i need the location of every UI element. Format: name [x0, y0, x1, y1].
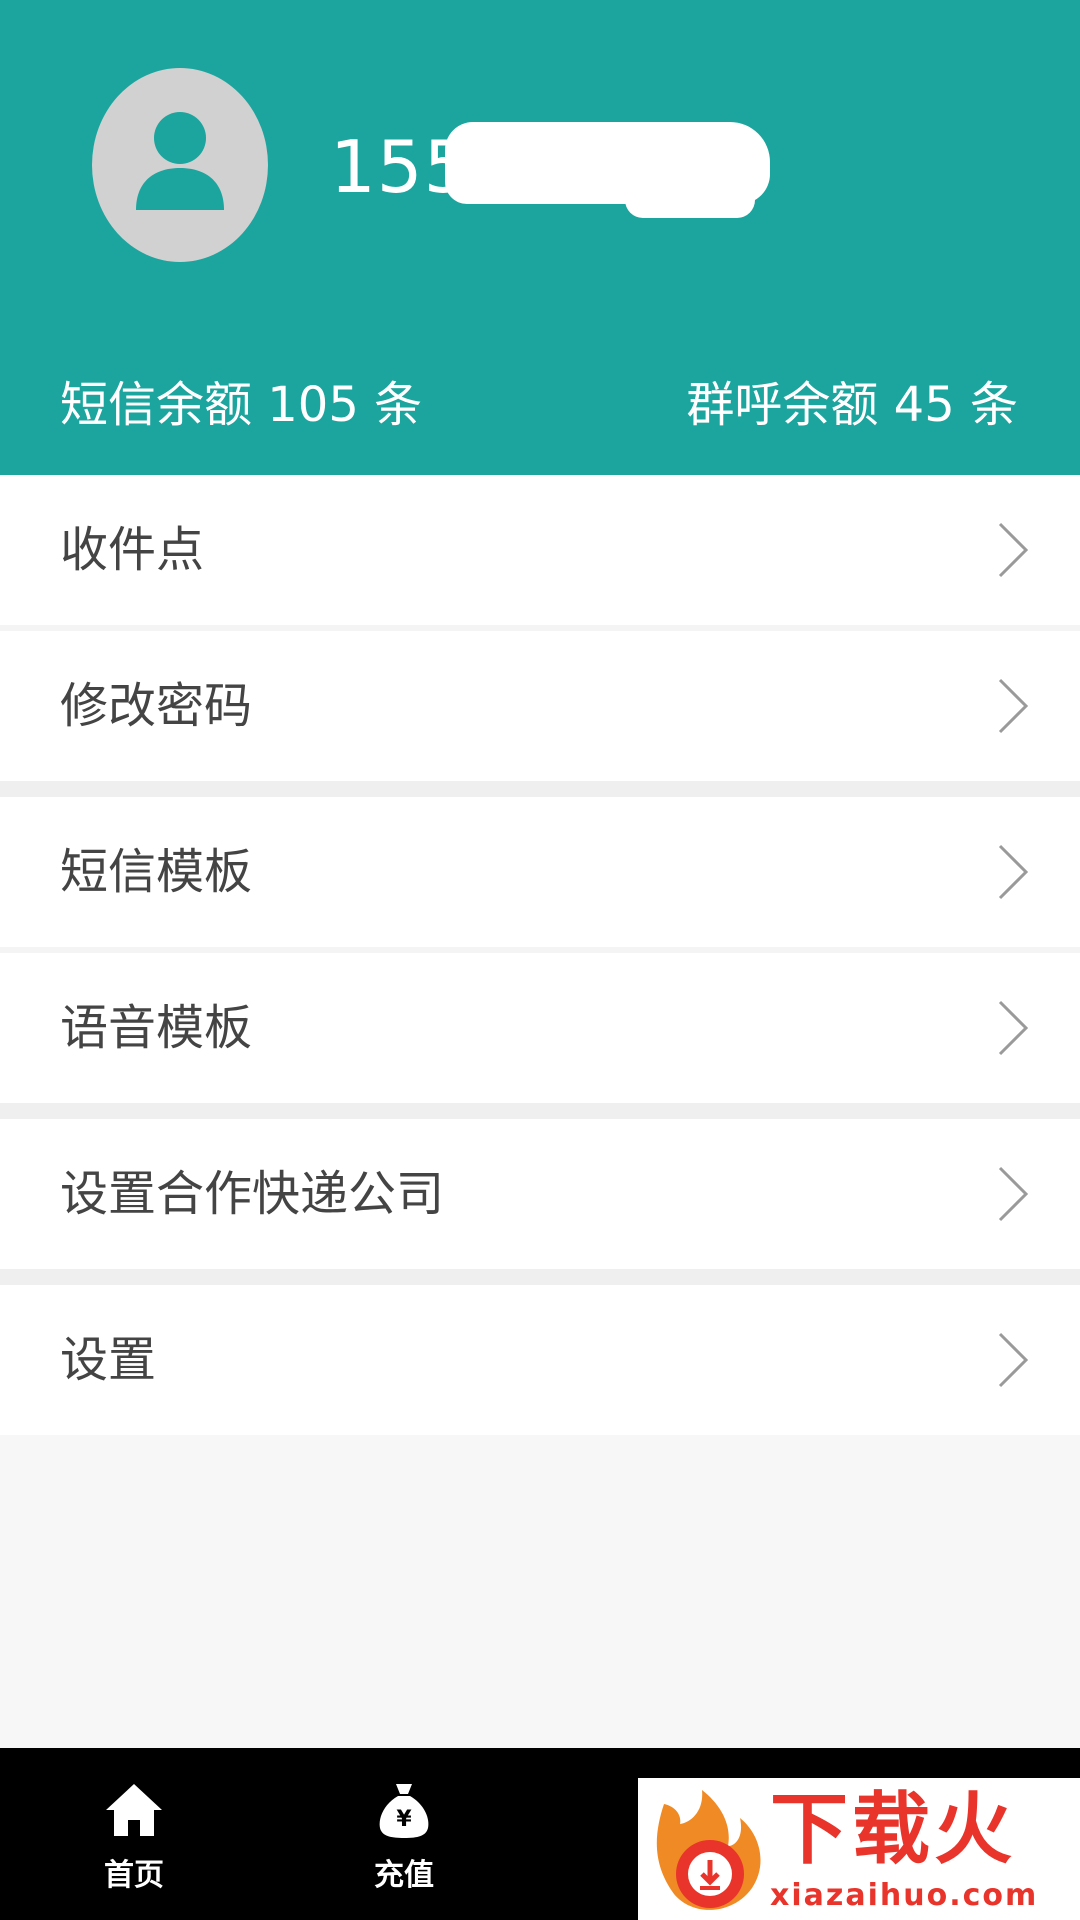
svg-text:¥: ¥: [396, 1807, 412, 1832]
watermark: 下载火 xiazaihuo.com: [638, 1778, 1080, 1920]
chevron-right-icon: [998, 522, 1029, 578]
avatar[interactable]: [92, 68, 268, 262]
settings-menu: 收件点 修改密码 短信模板 语音模板 设置合作快递公司 设置: [0, 475, 1080, 1435]
call-balance: 群呼余额 45 条: [686, 377, 1018, 433]
menu-item-sms-template[interactable]: 短信模板: [0, 797, 1080, 947]
menu-item-label: 短信模板: [60, 844, 253, 900]
menu-item-label: 修改密码: [60, 678, 253, 734]
phone-redaction: [445, 122, 770, 218]
section-divider: [0, 781, 1080, 797]
nav-item-label: 充值: [374, 1858, 434, 1893]
nav-item-label: 首页: [104, 1858, 164, 1893]
chevron-right-icon: [998, 1000, 1029, 1056]
menu-item-pickup-point[interactable]: 收件点: [0, 475, 1080, 625]
menu-item-settings[interactable]: 设置: [0, 1285, 1080, 1435]
profile-header: 155 短信余额 105 条 群呼余额 45 条: [0, 0, 1080, 475]
menu-item-label: 语音模板: [60, 1000, 253, 1056]
flame-download-logo-icon: [656, 1790, 761, 1910]
nav-item-recharge[interactable]: ¥ 充值: [304, 1748, 504, 1920]
nav-item-home[interactable]: 首页: [34, 1748, 234, 1920]
menu-item-label: 设置合作快递公司: [60, 1166, 445, 1222]
menu-item-change-password[interactable]: 修改密码: [0, 631, 1080, 781]
profile-page: 155 短信余额 105 条 群呼余额 45 条 收件点 修改密码 短信模板 语…: [0, 0, 1080, 1920]
money-bag-icon: ¥: [379, 1784, 429, 1838]
watermark-title: 下载火: [770, 1785, 1017, 1875]
menu-item-voice-template[interactable]: 语音模板: [0, 953, 1080, 1103]
home-icon: [106, 1784, 162, 1836]
chevron-right-icon: [998, 844, 1029, 900]
menu-item-label: 设置: [60, 1332, 157, 1388]
section-divider: [0, 1103, 1080, 1119]
section-divider: [0, 1269, 1080, 1285]
user-icon: [136, 112, 224, 210]
sms-balance: 短信余额 105 条: [60, 377, 423, 433]
menu-item-courier-partners[interactable]: 设置合作快递公司: [0, 1119, 1080, 1269]
chevron-right-icon: [998, 678, 1029, 734]
menu-item-label: 收件点: [60, 522, 205, 578]
chevron-right-icon: [998, 1166, 1029, 1222]
chevron-right-icon: [998, 1332, 1029, 1388]
watermark-url: xiazaihuo.com: [770, 1878, 1039, 1913]
